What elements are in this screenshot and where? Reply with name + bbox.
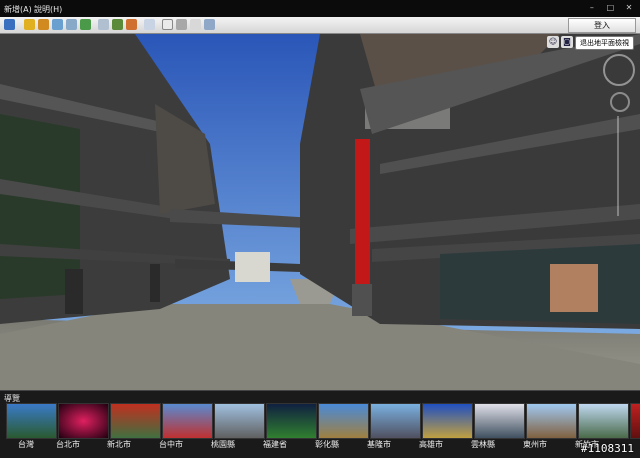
ruler-icon[interactable] <box>52 19 63 30</box>
street-view-controls: ☺ ◙ 退出地平面檢視 <box>547 36 634 50</box>
zoom-slider[interactable] <box>617 116 619 216</box>
star-icon[interactable] <box>24 19 35 30</box>
thumbnail[interactable] <box>110 403 161 439</box>
globe-icon[interactable] <box>80 19 91 30</box>
thumbnail[interactable] <box>214 403 265 439</box>
camera-icon[interactable]: ◙ <box>561 36 573 48</box>
street-scene <box>0 34 640 390</box>
thumbnail[interactable] <box>318 403 369 439</box>
print-icon[interactable] <box>176 19 187 30</box>
thumb-label: 彰化縣 <box>315 440 339 449</box>
exit-ground-view-button[interactable]: 退出地平面檢視 <box>575 36 634 50</box>
thumbnail[interactable] <box>58 403 109 439</box>
thumbnail[interactable] <box>630 403 640 439</box>
thumbnail[interactable] <box>526 403 577 439</box>
toolbar: 登入 <box>0 17 640 34</box>
thumbnail[interactable] <box>578 403 629 439</box>
menu-item-new[interactable]: 新增(A) <box>4 4 32 15</box>
move-joystick[interactable] <box>610 92 630 112</box>
thumb-label: 新北市 <box>107 440 131 449</box>
thumb-label: 基隆市 <box>367 440 391 449</box>
thumbnail[interactable] <box>6 403 57 439</box>
image-overlay-icon[interactable] <box>98 19 109 30</box>
menu-item-help[interactable]: 說明(H) <box>34 4 62 15</box>
thumbnail[interactable] <box>266 403 317 439</box>
map-icon[interactable] <box>190 19 201 30</box>
thumb-label: 雲林縣 <box>471 440 495 449</box>
planet-icon[interactable] <box>144 19 155 30</box>
tour-strip: 導覽 台灣 台北市 新北市 台中市 桃園縣 福建省 彰化縣 基隆市 高雄市 雲林… <box>0 390 640 458</box>
menu-bar: 新增(A) 說明(H) – □ ✕ <box>0 0 640 17</box>
3d-viewport[interactable]: ☺ ◙ 退出地平面檢視 <box>0 34 640 390</box>
login-button[interactable]: 登入 <box>568 18 636 33</box>
folder-icon[interactable] <box>38 19 49 30</box>
look-compass[interactable] <box>603 54 635 86</box>
sidebar-icon[interactable] <box>4 19 15 30</box>
thumb-label: 高雄市 <box>419 440 443 449</box>
watermark: #1108311 <box>581 442 634 455</box>
thumb-label: 台北市 <box>56 440 80 449</box>
person-icon[interactable]: ☺ <box>547 36 559 48</box>
close-button[interactable]: ✕ <box>622 2 636 13</box>
sun-icon[interactable] <box>126 19 137 30</box>
thumbnail[interactable] <box>162 403 213 439</box>
thumbnail[interactable] <box>474 403 525 439</box>
thumb-label: 東州市 <box>523 440 547 449</box>
thumb-label: 福建省 <box>263 440 287 449</box>
thumbnail[interactable] <box>370 403 421 439</box>
window-controls: – □ ✕ <box>583 2 636 13</box>
path-icon[interactable] <box>66 19 77 30</box>
thumbnail[interactable] <box>422 403 473 439</box>
thumb-label: 台中市 <box>159 440 183 449</box>
minimize-button[interactable]: – <box>585 2 599 13</box>
terrain-icon[interactable] <box>112 19 123 30</box>
thumb-label: 桃園縣 <box>211 440 235 449</box>
email-icon[interactable] <box>162 19 173 30</box>
photo-icon[interactable] <box>204 19 215 30</box>
maximize-button[interactable]: □ <box>603 2 617 13</box>
